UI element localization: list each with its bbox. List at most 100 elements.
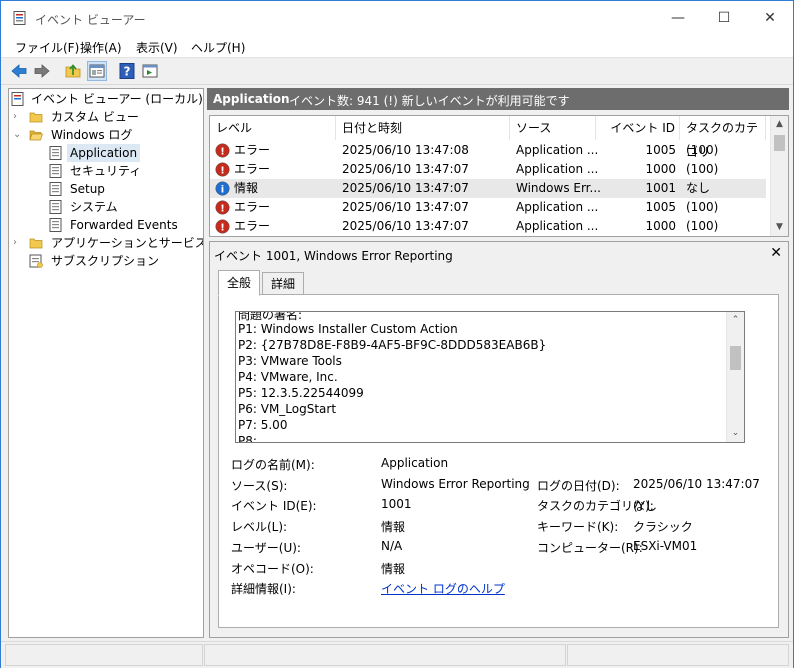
event-log-help-link[interactable]: イベント ログのヘルプ <box>381 580 505 597</box>
events-scrollbar[interactable]: ▲ ▼ <box>770 116 788 236</box>
scroll-thumb[interactable] <box>774 135 785 151</box>
property-value: Application <box>381 456 449 470</box>
status-segment <box>204 644 566 666</box>
cell-task-category: (100) <box>686 200 719 214</box>
scroll-up-icon[interactable]: ⌃ <box>727 312 744 329</box>
error-icon: ! <box>215 162 230 177</box>
scroll-thumb[interactable] <box>730 346 741 370</box>
log-icon <box>49 182 62 196</box>
table-row[interactable]: ! エラー 2025/06/10 13:47:08 Application ... 10… <box>210 141 766 160</box>
chevron-down-icon[interactable]: ⌄ <box>13 126 25 144</box>
menu-view[interactable]: 表示(V) <box>136 39 178 56</box>
column-header-source[interactable]: ソース <box>510 116 596 140</box>
cell-level: エラー <box>234 162 271 176</box>
column-header-task-category[interactable]: タスクのカテゴリ <box>680 116 766 159</box>
menu-help[interactable]: ヘルプ(H) <box>191 39 245 56</box>
cell-task-category: なし <box>686 181 711 195</box>
menu-file[interactable]: ファイル(F) <box>15 39 79 56</box>
cell-event-id: 1005 <box>645 200 676 214</box>
folder-icon <box>29 238 43 249</box>
tree-subscriptions-label: サブスクリプション <box>51 254 160 268</box>
close-button[interactable]: ✕ <box>747 1 793 35</box>
cell-task-category: (100) <box>686 162 719 176</box>
event-viewer-app-icon <box>13 11 26 25</box>
tab-details[interactable]: 詳細 <box>262 272 305 296</box>
error-icon: ! <box>215 219 230 234</box>
menu-bar: ファイル(F) 操作(A) 表示(V) ヘルプ(H) <box>1 35 793 58</box>
chevron-right-icon[interactable]: › <box>13 108 25 126</box>
property-value: Windows Error Reporting <box>381 476 530 491</box>
description-line: P5: 12.3.5.22544099 <box>238 386 364 400</box>
log-header-bar: Application イベント数: 941 (!) 新しいイベントが利用可能で… <box>207 88 789 110</box>
log-icon <box>49 164 62 178</box>
back-icon[interactable] <box>10 62 28 80</box>
property-value: 情報 <box>381 561 406 576</box>
log-header-summary: イベント数: 941 (!) 新しいイベントが利用可能です <box>289 94 570 108</box>
property-value: なし <box>633 499 658 514</box>
property-label: オペコード(O): <box>231 561 314 576</box>
tree-log-setup-label: Setup <box>70 182 105 196</box>
folder-icon <box>29 112 43 123</box>
cell-source: Windows Err... <box>516 181 601 195</box>
close-icon[interactable]: ✕ <box>770 245 782 261</box>
description-line: P2: {27B78D8E-F8B9-4AF5-BF9C-8DDD583EAB6… <box>238 338 547 352</box>
tab-general[interactable]: 全般 <box>218 270 261 296</box>
cell-source: Application ... <box>516 200 599 214</box>
help-glyph: ? <box>124 65 131 79</box>
property-label: キーワード(K): <box>537 520 619 535</box>
console-tree-icon[interactable] <box>87 61 107 81</box>
description-scrollbar[interactable]: ⌃ ⌄ <box>726 312 744 442</box>
error-icon: ! <box>215 200 230 215</box>
event-description[interactable]: 問題の署名: P1: Windows Installer Custom Acti… <box>235 311 745 443</box>
scroll-down-icon[interactable]: ⌄ <box>727 425 744 442</box>
event-detail-title: イベント 1001, Windows Error Reporting <box>214 249 453 263</box>
table-row[interactable]: ! エラー 2025/06/10 13:47:07 Application ... 10… <box>210 217 766 236</box>
property-value: 1001 <box>381 497 412 512</box>
svg-text:!: ! <box>220 204 225 215</box>
svg-text:!: ! <box>220 223 225 234</box>
menu-action[interactable]: 操作(A) <box>80 39 122 56</box>
scroll-up-icon[interactable]: ▲ <box>771 116 788 133</box>
description-line: P8: <box>238 434 257 443</box>
tree-log-application-label: Application <box>67 144 141 162</box>
chevron-right-icon[interactable]: › <box>13 234 25 252</box>
up-folder-icon[interactable] <box>64 62 82 80</box>
property-value: ESXi-VM01 <box>633 538 698 553</box>
maximize-button[interactable]: ☐ <box>701 1 747 35</box>
error-icon: ! <box>215 143 230 158</box>
cell-datetime: 2025/06/10 13:47:07 <box>342 181 469 195</box>
description-line: P6: VM_LogStart <box>238 402 337 416</box>
log-icon <box>49 200 62 214</box>
cell-event-id: 1000 <box>645 219 676 233</box>
forward-icon[interactable] <box>33 62 51 80</box>
title-bar[interactable]: イベント ビューアー — ☐ ✕ <box>1 1 793 35</box>
property-value: クラシック <box>633 520 693 535</box>
cell-event-id: 1001 <box>645 181 676 195</box>
minimize-button[interactable]: — <box>655 1 701 35</box>
column-header-datetime[interactable]: 日付と時刻 <box>336 116 510 140</box>
cell-level: エラー <box>234 143 271 157</box>
tree-log-system-label: システム <box>70 200 118 214</box>
cell-source: Application ... <box>516 143 599 157</box>
description-line: P7: 5.00 <box>238 418 288 432</box>
table-row[interactable]: i 情報 2025/06/10 13:47:07 Windows Err... 1001… <box>210 179 766 198</box>
events-list: レベル 日付と時刻 ソース イベント ID タスクのカテゴリ ! エラー 2025/… <box>209 115 789 237</box>
scroll-down-icon[interactable]: ▼ <box>771 219 788 236</box>
properties-icon[interactable] <box>141 62 159 80</box>
table-row[interactable]: ! エラー 2025/06/10 13:47:07 Application ... 10… <box>210 160 766 179</box>
property-label: レベル(L): <box>231 520 288 535</box>
cell-event-id: 1000 <box>645 162 676 176</box>
svg-text:i: i <box>221 185 224 196</box>
column-header-level[interactable]: レベル <box>210 116 336 140</box>
svg-text:!: ! <box>220 147 225 158</box>
subscription-icon <box>29 254 43 268</box>
tree-log-forwarded-events-label: Forwarded Events <box>70 218 178 232</box>
property-label: コンピューター(R): <box>537 540 643 555</box>
property-value: N/A <box>381 538 403 553</box>
cell-source: Application ... <box>516 162 599 176</box>
help-icon[interactable]: ? <box>118 62 136 80</box>
event-viewer-window: イベント ビューアー — ☐ ✕ ファイル(F) 操作(A) 表示(V) ヘルプ… <box>0 0 794 668</box>
cell-datetime: 2025/06/10 13:47:07 <box>342 219 469 233</box>
table-row[interactable]: ! エラー 2025/06/10 13:47:07 Application ... 10… <box>210 198 766 217</box>
column-header-event-id[interactable]: イベント ID <box>596 116 680 140</box>
